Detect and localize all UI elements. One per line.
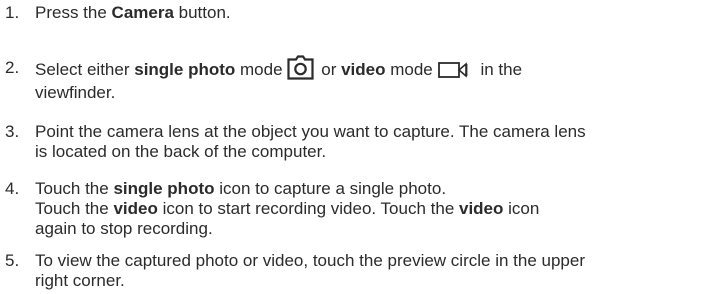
- list-item-step-3: 3. Point the camera lens at the object y…: [0, 122, 724, 164]
- step-text-bold: video: [341, 59, 386, 79]
- step-text-part: is located on the back of the computer.: [35, 142, 327, 161]
- step-text-part: To view the captured photo or video, tou…: [35, 251, 585, 270]
- step-text-part: mode: [235, 59, 283, 79]
- list-item-step-1: 1. Press the Camera button.: [0, 3, 724, 23]
- step-text-bold: single photo: [113, 179, 215, 198]
- step-text: Touch the single photo icon to capture a…: [35, 179, 721, 239]
- step-text-part: Select either: [35, 59, 135, 79]
- step-text-part: Press the: [35, 3, 112, 22]
- step-text: To view the captured photo or video, tou…: [35, 251, 721, 291]
- step-text: Press the Camera button.: [35, 3, 721, 23]
- list-item-step-2: 2. Select either single photo mode or vi…: [0, 55, 724, 103]
- step-number: 4.: [5, 179, 20, 198]
- step-text-part: icon to capture a single photo.: [214, 179, 447, 198]
- step-text-part: Touch the: [35, 179, 114, 198]
- step-text-bold: Camera: [111, 3, 174, 22]
- step-number: 2.: [5, 58, 20, 77]
- step-number: 5.: [5, 251, 20, 270]
- camera-icon: [286, 55, 314, 80]
- step-number: 3.: [5, 122, 20, 141]
- step-text: Point the camera lens at the object you …: [35, 122, 721, 162]
- step-text-part: right corner.: [35, 271, 125, 290]
- step-text-part: mode: [385, 59, 433, 79]
- step-text: Select either single photo mode or video…: [35, 55, 721, 103]
- step-text-part: button.: [173, 3, 231, 22]
- step-text-bold: video: [459, 199, 504, 218]
- list-item-step-5: 5. To view the captured photo or video, …: [0, 251, 724, 293]
- step-text-part: viewfinder.: [35, 83, 116, 102]
- video-camera-icon: [437, 61, 472, 78]
- list-item-step-4: 4. Touch the single photo icon to captur…: [0, 179, 724, 241]
- step-text-part: again to stop recording.: [35, 219, 213, 238]
- step-text-part: or: [316, 59, 342, 79]
- step-number: 1.: [5, 3, 20, 22]
- step-text-part: Point the camera lens at the object you …: [35, 122, 586, 141]
- step-text-bold: single photo: [134, 59, 236, 79]
- step-text-bold: video: [113, 199, 158, 218]
- step-text-part: icon to start recording video. Touch the: [157, 199, 459, 218]
- step-text-part: Touch the: [35, 199, 114, 218]
- step-text-part: icon: [503, 199, 540, 218]
- step-text-part: in the: [475, 59, 523, 79]
